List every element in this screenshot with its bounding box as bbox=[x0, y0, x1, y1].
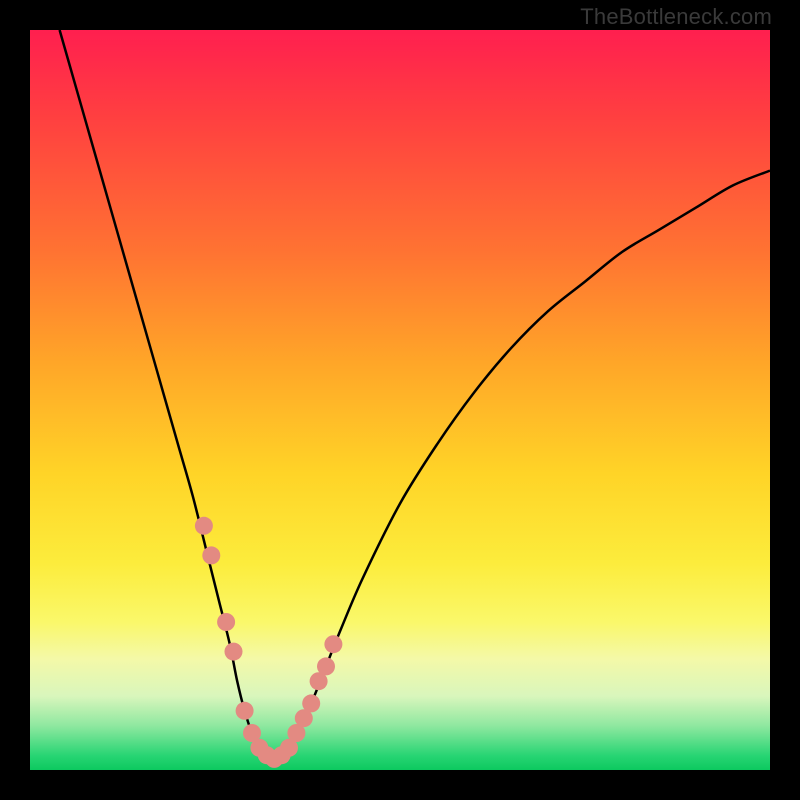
highlight-dot bbox=[236, 702, 254, 720]
highlight-dot bbox=[324, 635, 342, 653]
curve-group bbox=[60, 30, 770, 759]
highlight-dot bbox=[202, 546, 220, 564]
highlight-dot bbox=[302, 694, 320, 712]
highlight-dot bbox=[225, 643, 243, 661]
bottleneck-curve bbox=[60, 30, 770, 759]
dots-group bbox=[195, 517, 343, 768]
highlight-dot bbox=[217, 613, 235, 631]
highlight-dot bbox=[195, 517, 213, 535]
plot-area bbox=[30, 30, 770, 770]
curve-svg bbox=[30, 30, 770, 770]
chart-frame: TheBottleneck.com bbox=[0, 0, 800, 800]
watermark-text: TheBottleneck.com bbox=[580, 4, 772, 30]
highlight-dot bbox=[317, 657, 335, 675]
